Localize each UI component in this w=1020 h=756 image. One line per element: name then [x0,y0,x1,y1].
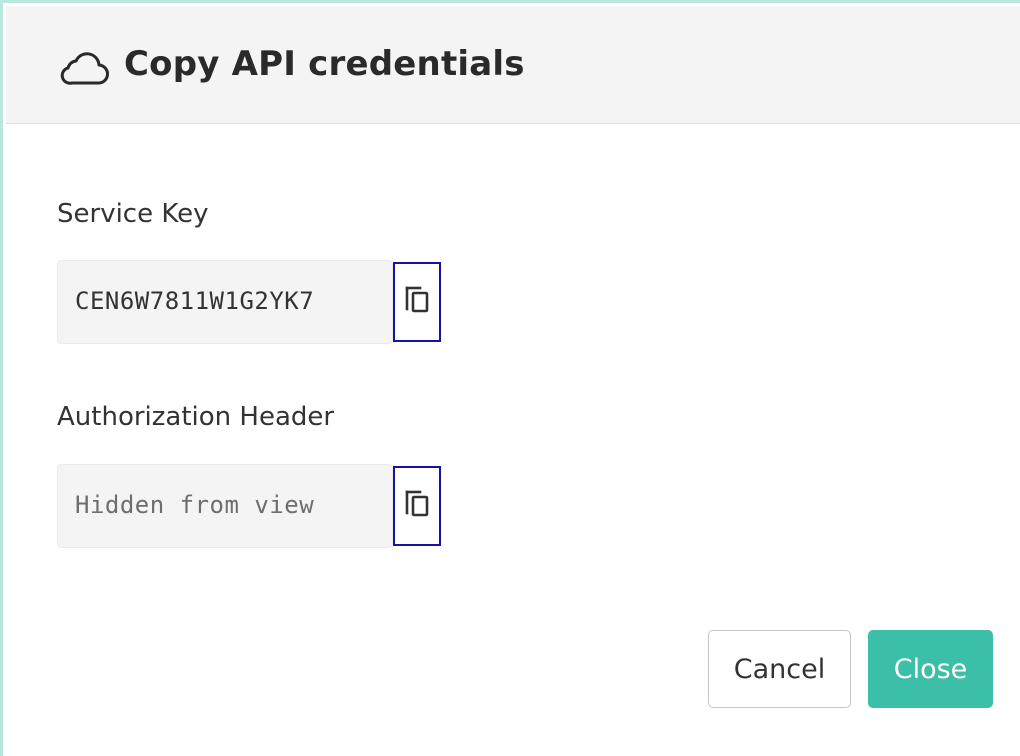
authorization-header-value: Hidden from view [75,491,315,519]
close-button[interactable]: Close [868,630,993,708]
authorization-header-field[interactable]: Hidden from view [57,464,393,548]
service-key-value[interactable]: CEN6W7811W1G2YK7 [75,287,314,315]
copy-icon [405,286,429,313]
cloud-icon [60,52,109,85]
copy-api-credentials-dialog: Copy API credentials Service Key CEN6W78… [0,0,1020,756]
service-key-label: Service Key [57,199,209,229]
copy-service-key-button[interactable] [393,262,441,342]
dialog-title: Copy API credentials [124,44,525,84]
authorization-header-label: Authorization Header [57,402,335,432]
service-key-field[interactable]: CEN6W7811W1G2YK7 [57,260,393,344]
copy-icon [405,490,429,517]
cancel-button[interactable]: Cancel [708,630,851,708]
dialog-header: Copy API credentials [6,6,1020,124]
copy-authorization-header-button[interactable] [393,466,441,546]
